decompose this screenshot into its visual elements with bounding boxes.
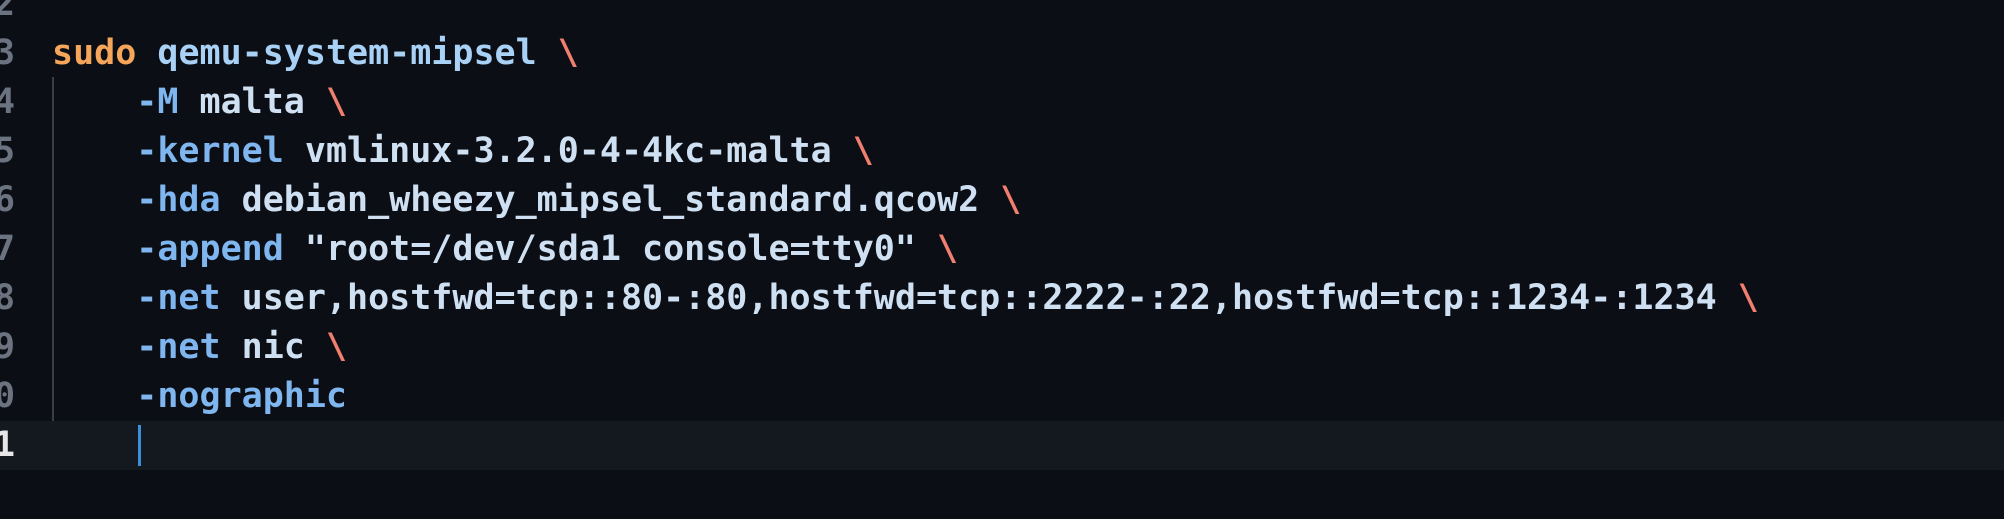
code-line[interactable]: 4 -M malta \: [0, 78, 2004, 127]
code-text: -hda debian_wheezy_mipsel_standard.qcow2…: [52, 176, 1021, 225]
code-token: \: [557, 33, 579, 73]
code-token: nic: [220, 327, 326, 367]
code-token: sudo: [52, 33, 137, 73]
code-token: -M: [52, 82, 179, 122]
code-text: -append "root=/dev/sda1 console=tty0" \: [52, 225, 958, 274]
code-text: -M malta \: [52, 78, 347, 127]
code-token: -nographic: [52, 376, 348, 416]
code-token: -net: [52, 278, 221, 318]
code-token: \: [325, 327, 348, 367]
code-line[interactable]: 7 -append "root=/dev/sda1 console=tty0" …: [0, 225, 2004, 274]
line-number: 7: [0, 229, 16, 269]
code-token: user,hostfwd=tcp::80-:80,hostfwd=tcp::22…: [220, 278, 1738, 318]
code-token: \: [937, 229, 959, 269]
code-line[interactable]: 0 -nographic: [0, 372, 2004, 421]
code-token: \: [1000, 180, 1022, 220]
code-token: -net: [52, 327, 221, 367]
code-text: -net nic \: [52, 323, 347, 372]
line-number: 8: [0, 278, 16, 318]
code-text: -kernel vmlinux-3.2.0-4-4kc-malta \: [52, 127, 874, 176]
line-number: 5: [0, 131, 16, 171]
code-token: qemu-system-mipsel: [136, 33, 558, 73]
code-token: -append: [52, 229, 284, 269]
line-number: 0: [0, 376, 16, 416]
text-cursor: [138, 425, 141, 466]
code-token: -kernel: [52, 131, 284, 171]
code-line[interactable]: 8 -net user,hostfwd=tcp::80-:80,hostfwd=…: [0, 274, 2004, 323]
code-editor[interactable]: 2 3 sudo qemu-system-mipsel \ 4 -M malta \ 5…: [0, 0, 2004, 519]
line-number: 2: [0, 0, 16, 24]
code-line[interactable]: 6 -hda debian_wheezy_mipsel_standard.qco…: [0, 176, 2004, 225]
line-number: 4: [0, 82, 16, 122]
code-line[interactable]: 3 sudo qemu-system-mipsel \: [0, 29, 2004, 78]
code-text: -nographic: [52, 372, 347, 421]
code-token: vmlinux-3.2.0-4-4kc-malta: [283, 131, 853, 171]
line-number: 9: [0, 327, 16, 367]
code-line[interactable]: 9 -net nic \: [0, 323, 2004, 372]
code-line[interactable]: 5 -kernel vmlinux-3.2.0-4-4kc-malta \: [0, 127, 2004, 176]
code-text: -net user,hostfwd=tcp::80-:80,hostfwd=tc…: [52, 274, 1759, 323]
code-token: -hda: [52, 180, 221, 220]
line-number: 6: [0, 180, 16, 220]
code-token: \: [852, 131, 874, 171]
line-number: 3: [0, 33, 16, 73]
line-number: 1: [0, 425, 16, 465]
code-token: debian_wheezy_mipsel_standard.qcow2: [220, 180, 1001, 220]
current-code-line[interactable]: 1: [0, 421, 2004, 470]
code-token: \: [325, 82, 348, 122]
code-token: \: [1737, 278, 1759, 318]
code-text: sudo qemu-system-mipsel \: [52, 29, 579, 78]
code-line[interactable]: 2: [0, 0, 2004, 29]
code-token: "root=/dev/sda1 console=tty0": [283, 229, 938, 269]
code-token: malta: [178, 82, 326, 122]
